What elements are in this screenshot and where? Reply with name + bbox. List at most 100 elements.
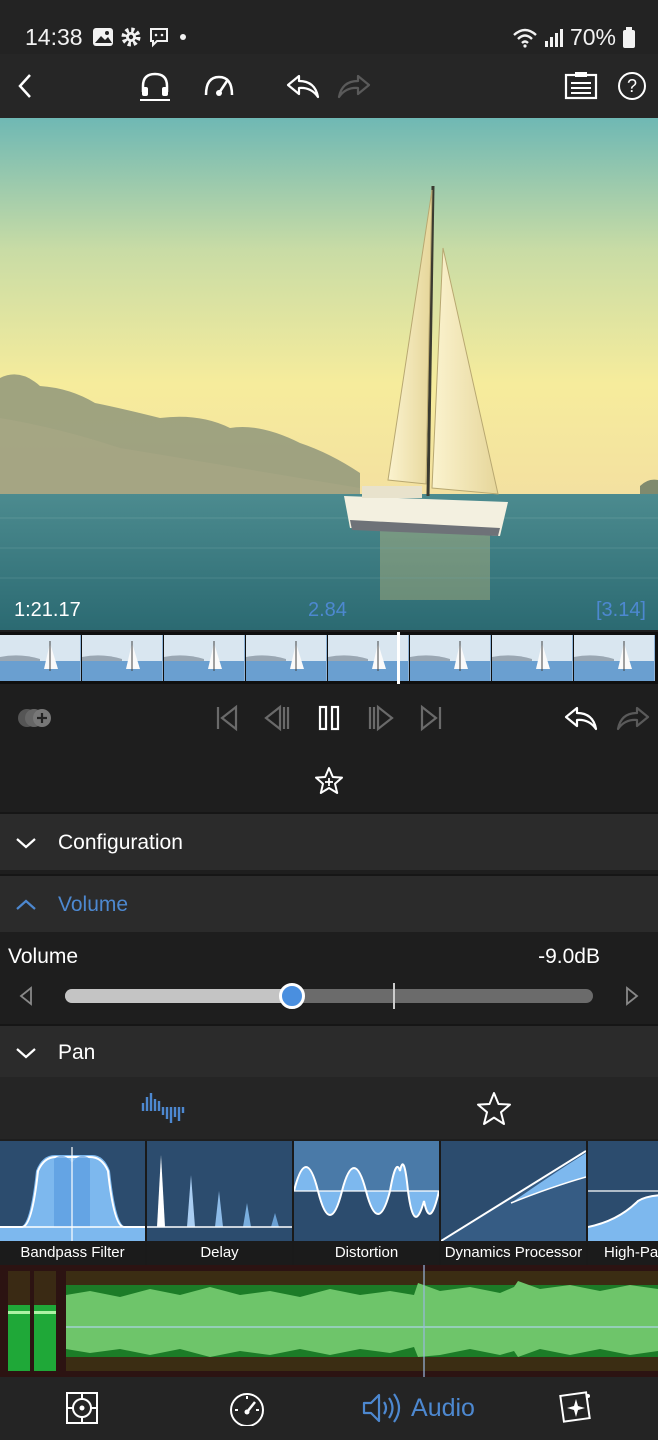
editor-toolbar: ? <box>0 54 658 118</box>
skip-to-start-button[interactable] <box>210 701 244 735</box>
effect-tile-highpass[interactable]: High-Pass <box>587 1141 658 1265</box>
filmstrip-frame <box>410 635 491 681</box>
volume-value: -9.0dB <box>538 945 600 968</box>
effect-art-highpass <box>587 1141 658 1241</box>
nav-audio-label: Audio <box>411 1393 475 1422</box>
undo-icon <box>286 74 320 99</box>
chevron-down-icon <box>16 1048 36 1059</box>
volume-label: Volume <box>8 945 79 968</box>
pause-button[interactable] <box>312 701 346 735</box>
add-track-icon <box>18 709 51 727</box>
redo-button[interactable] <box>336 68 372 104</box>
filmstrip-frame <box>0 635 81 681</box>
undo-icon <box>564 706 598 731</box>
filmstrip-frame <box>574 635 655 681</box>
nav-speed-button[interactable] <box>226 1389 268 1427</box>
effect-label-delay: Delay <box>147 1241 292 1265</box>
effects-tabs <box>0 1077 658 1139</box>
battery-icon <box>623 26 635 48</box>
gallery-icon <box>93 28 113 46</box>
star-plus-icon <box>315 767 343 794</box>
clipboard-button[interactable] <box>563 68 599 104</box>
timecode-clip: 2.84 <box>308 599 347 621</box>
effect-label-bandpass: Bandpass Filter <box>0 1241 145 1265</box>
back-button[interactable] <box>8 68 44 104</box>
add-track-button[interactable] <box>17 701 55 735</box>
effect-art-bandpass <box>0 1141 145 1241</box>
step-forward-button[interactable] <box>364 701 398 735</box>
svg-text:?: ? <box>627 76 637 96</box>
battery-percent: 70% <box>569 24 616 50</box>
filmstrip-frame <box>246 635 327 681</box>
add-favorite-button[interactable] <box>314 766 344 796</box>
section-volume[interactable]: Volume <box>0 874 658 932</box>
effect-label-highpass: High-Pass <box>588 1241 658 1265</box>
target-icon <box>66 1392 98 1424</box>
timeline-filmstrip[interactable] <box>0 632 658 684</box>
effect-tile-bandpass[interactable]: Bandpass Filter <box>0 1141 145 1265</box>
message-icon <box>150 28 168 48</box>
timecode-current: 1:21.17 <box>14 599 81 621</box>
signal-icon <box>544 28 563 47</box>
effect-tile-dynamics[interactable]: Dynamics Processor <box>440 1141 587 1265</box>
skip-to-end-icon <box>420 704 442 732</box>
section-title-configuration: Configuration <box>58 831 183 854</box>
clipboard-icon <box>564 72 598 100</box>
speedometer-icon <box>230 1393 264 1426</box>
filmstrip-frame <box>82 635 163 681</box>
help-button[interactable]: ? <box>614 68 650 104</box>
step-back-button[interactable] <box>260 701 294 735</box>
status-time: 14:38 <box>25 24 83 50</box>
playhead[interactable] <box>397 632 400 684</box>
effects-strip[interactable]: Bandpass Filter Delay Distortion Dynamic… <box>0 1141 658 1265</box>
undo-button[interactable] <box>285 68 321 104</box>
skip-to-end-button[interactable] <box>414 701 448 735</box>
video-preview[interactable]: 1:21.17 2.84 [3.14] <box>0 118 658 630</box>
headphones-icon <box>140 72 170 101</box>
sparkle-icon <box>559 1391 591 1423</box>
dot-icon <box>180 34 186 40</box>
speed-gauge-icon <box>204 75 234 96</box>
timecode-total: [3.14] <box>595 599 646 621</box>
effect-label-dynamics: Dynamics Processor <box>441 1241 586 1265</box>
redo-icon <box>616 706 650 731</box>
effect-tile-delay[interactable]: Delay <box>147 1141 292 1265</box>
redo-icon <box>337 74 371 99</box>
favorites-star-icon <box>477 1092 511 1125</box>
tab-audio-effects[interactable] <box>140 1091 188 1125</box>
section-pan[interactable]: Pan <box>0 1024 658 1077</box>
section-title-pan: Pan <box>58 1041 96 1064</box>
chevron-down-icon <box>16 838 36 849</box>
help-icon: ? <box>618 72 646 100</box>
tab-favorites[interactable] <box>476 1091 512 1127</box>
volume-panel: Volume -9.0dB <box>0 934 658 1024</box>
filmstrip-frame <box>492 635 573 681</box>
effect-art-delay <box>147 1141 292 1241</box>
effect-art-distortion <box>293 1141 440 1241</box>
sailboat-image <box>0 118 658 630</box>
section-configuration[interactable]: Configuration <box>0 812 658 870</box>
audio-icon <box>362 1393 401 1423</box>
effect-tile-distortion[interactable]: Distortion <box>293 1141 440 1265</box>
nav-effects-button[interactable] <box>556 1389 596 1427</box>
volume-slider[interactable] <box>65 989 593 1003</box>
transport-undo-button[interactable] <box>562 701 600 735</box>
volume-slider-thumb[interactable] <box>279 983 306 1009</box>
audio-effects-icon <box>141 1093 185 1123</box>
effect-label-distortion: Distortion <box>294 1241 439 1265</box>
speed-button[interactable] <box>201 68 237 104</box>
nav-target-button[interactable] <box>62 1389 102 1427</box>
filmstrip-frame <box>164 635 245 681</box>
volume-increase-icon[interactable] <box>622 986 642 1006</box>
section-title-volume: Volume <box>58 893 129 916</box>
settings-gear-icon <box>121 27 141 47</box>
status-icons-left <box>92 26 190 48</box>
bottom-nav: Audio <box>0 1377 658 1440</box>
wifi-icon <box>513 28 537 48</box>
step-back-icon <box>264 704 290 732</box>
nav-audio-button[interactable]: Audio <box>358 1389 478 1427</box>
volume-decrease-icon[interactable] <box>16 986 36 1006</box>
monitor-button[interactable] <box>137 68 173 104</box>
audio-waveform[interactable] <box>0 1265 658 1377</box>
transport-redo-button[interactable] <box>614 701 652 735</box>
